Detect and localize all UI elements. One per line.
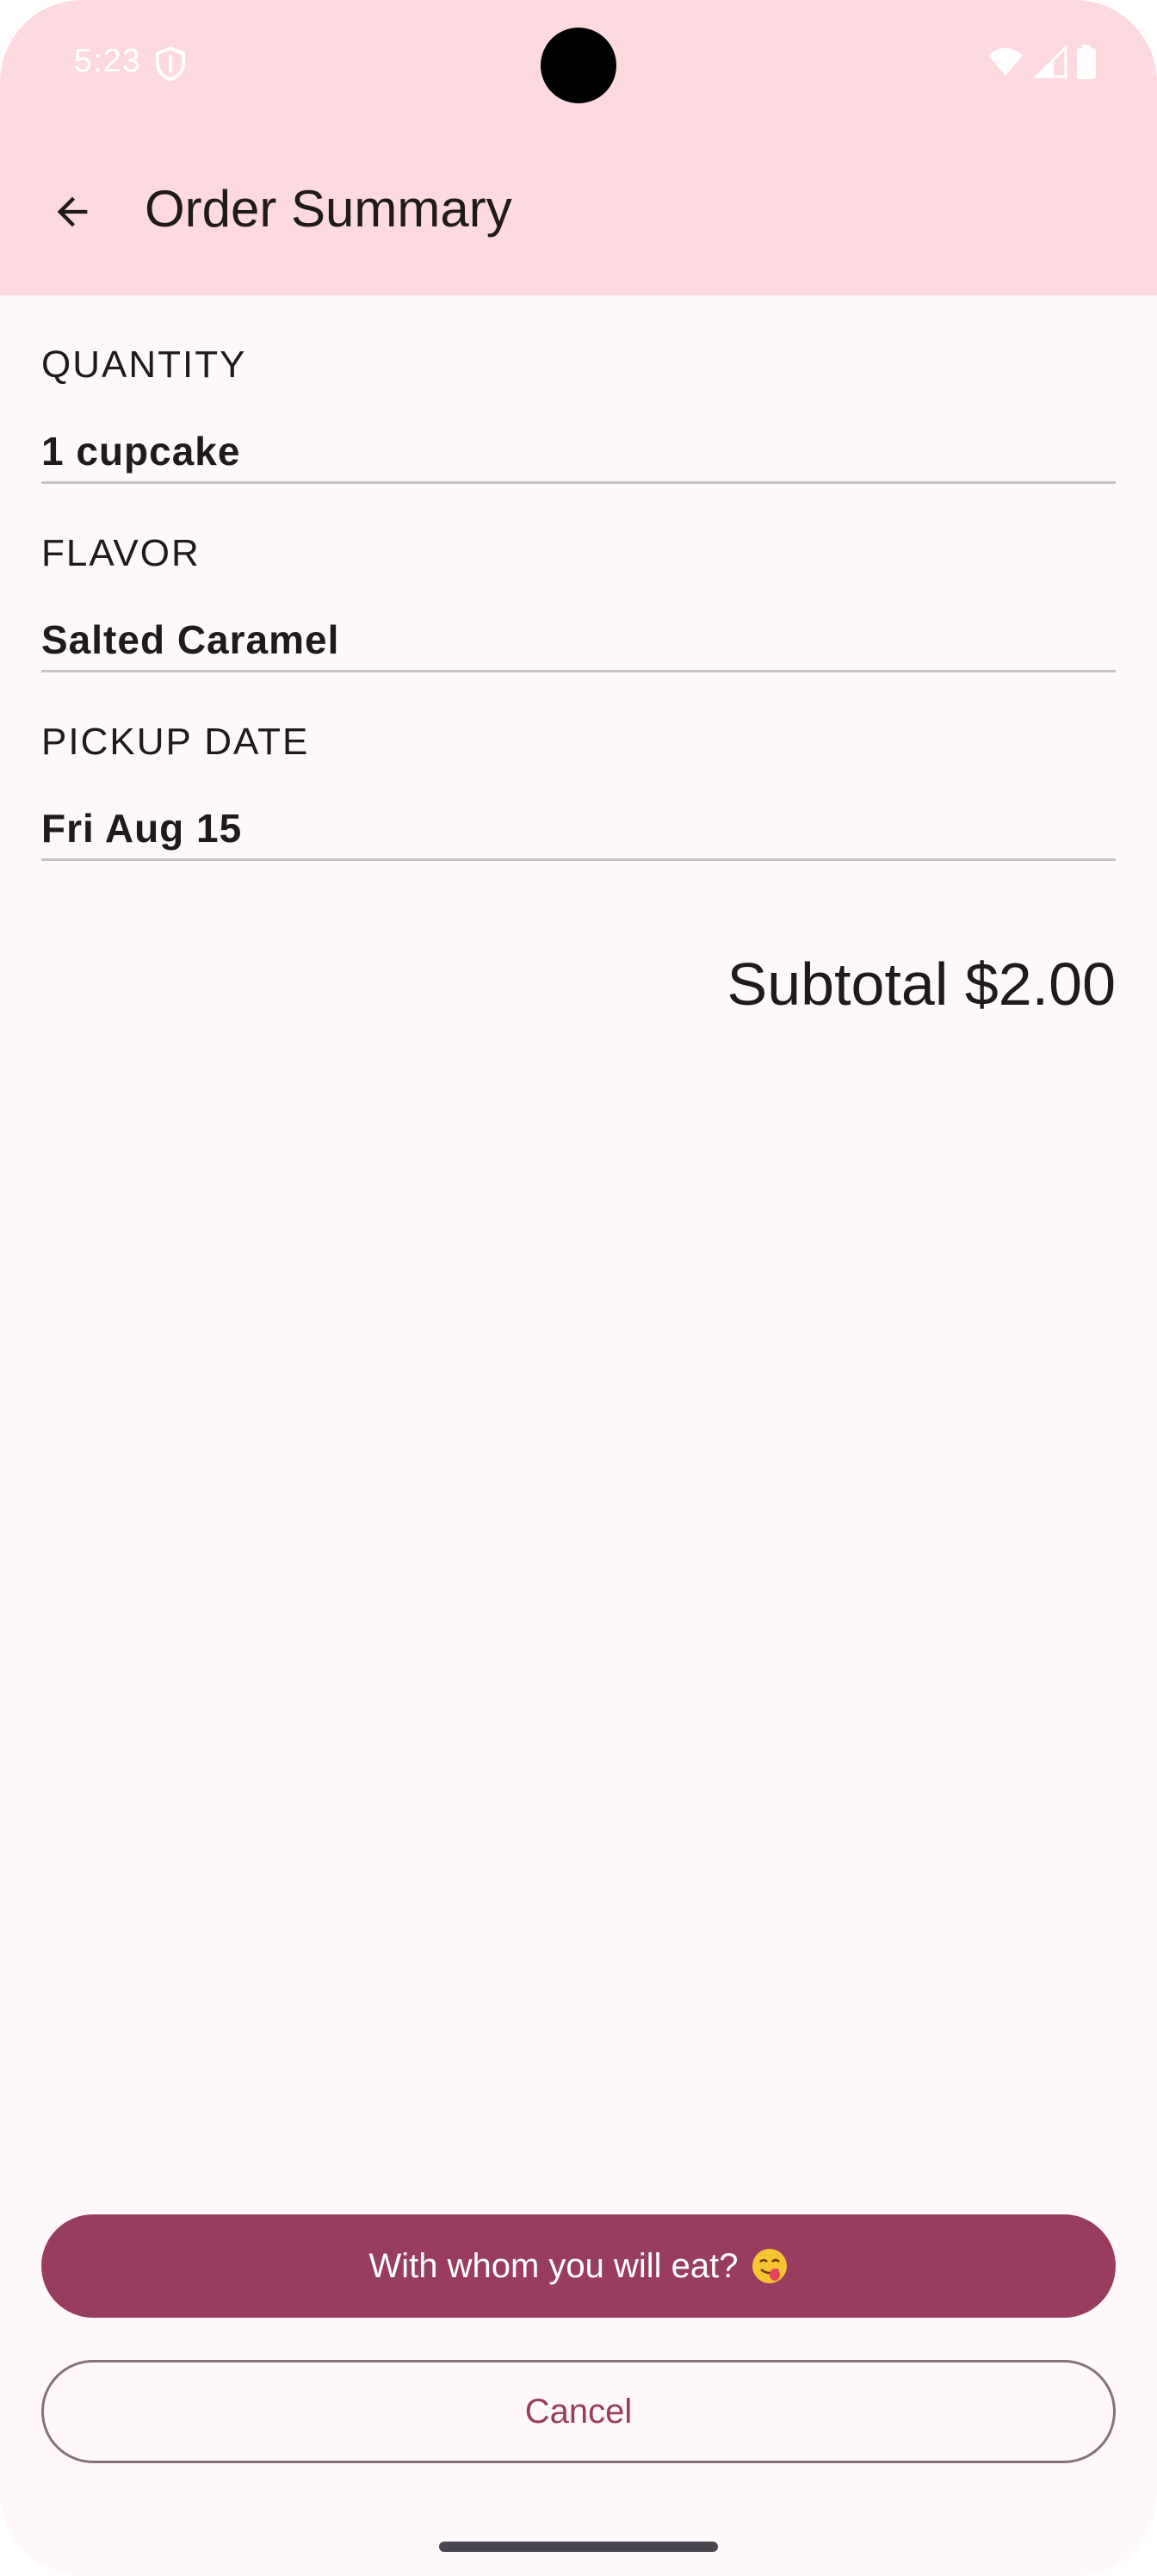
status-icons bbox=[987, 45, 1097, 79]
cancel-button[interactable]: Cancel bbox=[41, 2360, 1116, 2463]
gesture-navigation-bar[interactable] bbox=[439, 2542, 718, 2552]
wifi-icon bbox=[988, 47, 1023, 76]
vpn-shield-icon bbox=[156, 46, 185, 81]
face-savoring-food-emoji-icon bbox=[752, 2249, 787, 2283]
pickup-date-value: Fri Aug 15 bbox=[41, 806, 243, 851]
phone-screen: 5:23 Order Summary QUANTITY 1 cupcake FL… bbox=[0, 0, 1157, 2576]
flavor-section: FLAVOR Salted Caramel bbox=[41, 484, 1116, 672]
quantity-section: QUANTITY 1 cupcake bbox=[41, 295, 1116, 484]
pickup-date-label: PICKUP DATE bbox=[41, 721, 310, 763]
page-title: Order Summary bbox=[145, 180, 512, 238]
share-order-button-label: With whom you will eat? bbox=[368, 2246, 739, 2285]
pickup-date-section: PICKUP DATE Fri Aug 15 bbox=[41, 672, 1116, 861]
flavor-value: Salted Caramel bbox=[41, 617, 340, 662]
back-button[interactable] bbox=[34, 174, 110, 250]
quantity-label: QUANTITY bbox=[41, 344, 247, 386]
order-summary-content: QUANTITY 1 cupcake FLAVOR Salted Caramel… bbox=[41, 295, 1116, 1018]
battery-icon bbox=[1077, 45, 1096, 79]
status-bar: 5:23 bbox=[0, 0, 1157, 129]
share-order-button[interactable]: With whom you will eat? bbox=[41, 2214, 1116, 2318]
camera-cutout bbox=[541, 28, 616, 103]
arrow-back-icon bbox=[57, 196, 88, 227]
subtotal-text: Subtotal $2.00 bbox=[727, 951, 1116, 1018]
top-app-bar: Order Summary bbox=[0, 129, 1157, 295]
cell-signal-icon bbox=[1033, 46, 1067, 78]
quantity-value: 1 cupcake bbox=[41, 429, 241, 474]
flavor-label: FLAVOR bbox=[41, 532, 201, 574]
status-time: 5:23 bbox=[74, 43, 141, 79]
